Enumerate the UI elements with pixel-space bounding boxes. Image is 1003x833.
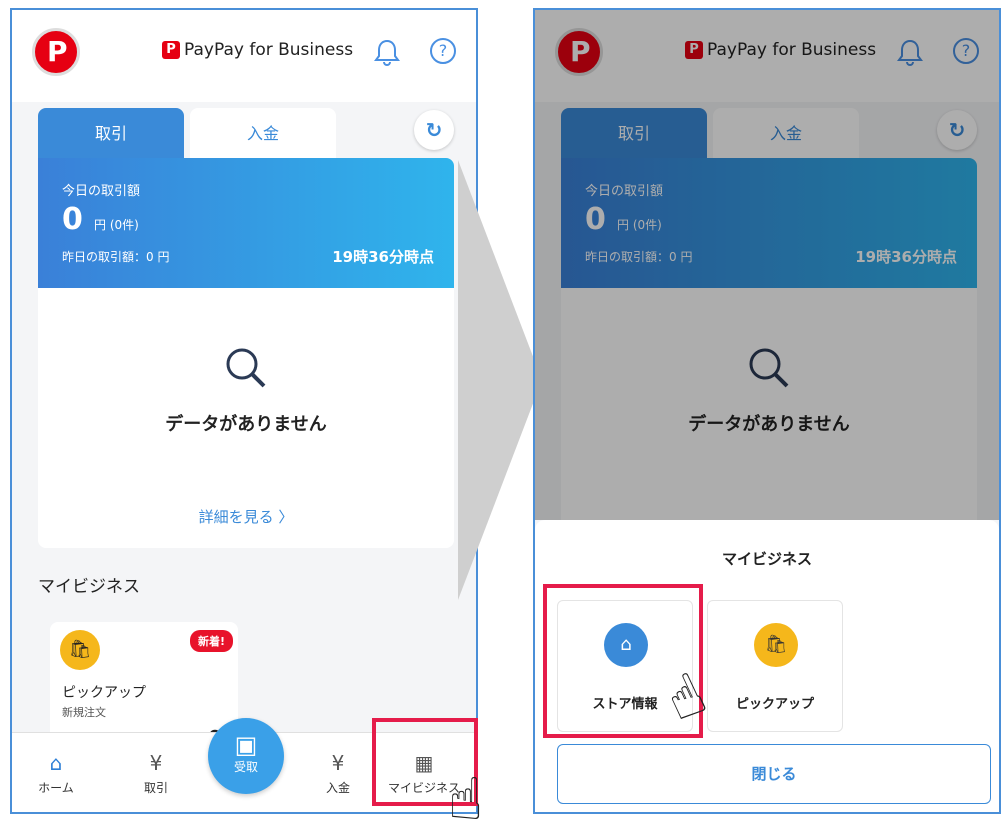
store-bag-icon: 🛍 — [60, 630, 100, 670]
paypay-logo-icon[interactable] — [32, 28, 80, 76]
brand-title: P PayPay for Business — [162, 40, 353, 60]
nav-home-label: ホーム — [38, 781, 74, 795]
nav-deposit-label: 入金 — [325, 781, 350, 795]
scan-label: 受取 — [233, 760, 258, 774]
nav-home[interactable]: ⌂ ホーム — [16, 751, 96, 796]
today-label: 今日の取引額 — [62, 184, 141, 199]
refresh-icon[interactable]: ↻ — [414, 110, 454, 150]
yesterday-amount: 昨日の取引額：0 円 — [62, 250, 170, 264]
store-bag-icon: 🛍 — [754, 623, 798, 667]
summary-card: 今日の取引額 0 円 (0件) 昨日の取引額：0 円 19時36分時点 データが… — [38, 158, 454, 548]
qr-icon: ▣ — [234, 731, 258, 759]
bell-icon[interactable] — [374, 38, 400, 66]
summary-header: 今日の取引額 0 円 (0件) 昨日の取引額：0 円 19時36分時点 — [38, 158, 454, 288]
deposit-icon: ¥ — [331, 751, 345, 775]
nav-transactions-label: 取引 — [143, 781, 168, 795]
no-data-message: データがありません — [165, 414, 327, 435]
option-pickup[interactable]: 🛍 ピックアップ — [707, 600, 843, 732]
tab-bar: 取引 入金 — [38, 108, 430, 160]
sheet-title: マイビジネス — [721, 550, 812, 568]
mybiz-heading: マイビジネス — [38, 577, 140, 597]
close-button[interactable]: 閉じる — [557, 744, 991, 804]
pickup-sub: 新規注文 — [62, 706, 106, 719]
pointing-hand-icon: ☝ — [448, 765, 484, 833]
paypay-mark-icon: P — [162, 41, 180, 59]
pickup-name: ピックアップ — [62, 685, 146, 701]
home-icon: ⌂ — [49, 751, 63, 775]
tab-deposit[interactable]: 入金 — [190, 108, 336, 160]
option-pickup-label: ピックアップ — [735, 697, 814, 712]
detail-link[interactable]: 詳細を見る 〉 — [38, 506, 454, 527]
brand-text: PayPay for Business — [184, 40, 354, 60]
nav-transactions[interactable]: ¥ 取引 — [116, 751, 196, 796]
bottom-sheet: マイビジネス ⌂ ストア情報 🛍 ピックアップ 閉じる — [535, 520, 999, 812]
header: PPayPay for Business ? — [12, 10, 476, 102]
screen-home: PPayPay for Business ? 取引 入金 ↻ 今日の取引額 0 … — [10, 8, 478, 814]
screen-mybiz-sheet: PPayPay for Business ? 取引 入金 ↻ 今日の取引額 0 … — [533, 8, 1001, 814]
today-amount: 0 — [62, 202, 83, 237]
scan-button[interactable]: ▣ 受取 — [208, 718, 284, 794]
amount-unit: 円 (0件) — [94, 218, 139, 232]
dim-overlay[interactable] — [535, 10, 999, 520]
tab-transactions[interactable]: 取引 — [38, 108, 184, 160]
timestamp: 19時36分時点 — [332, 248, 434, 266]
magnifier-icon — [226, 348, 266, 388]
receipt-icon: ¥ — [149, 751, 163, 775]
new-badge: 新着! — [190, 630, 234, 652]
arrow-shape — [458, 160, 542, 600]
help-icon[interactable]: ? — [430, 38, 456, 64]
nav-deposit[interactable]: ¥ 入金 — [298, 751, 378, 796]
